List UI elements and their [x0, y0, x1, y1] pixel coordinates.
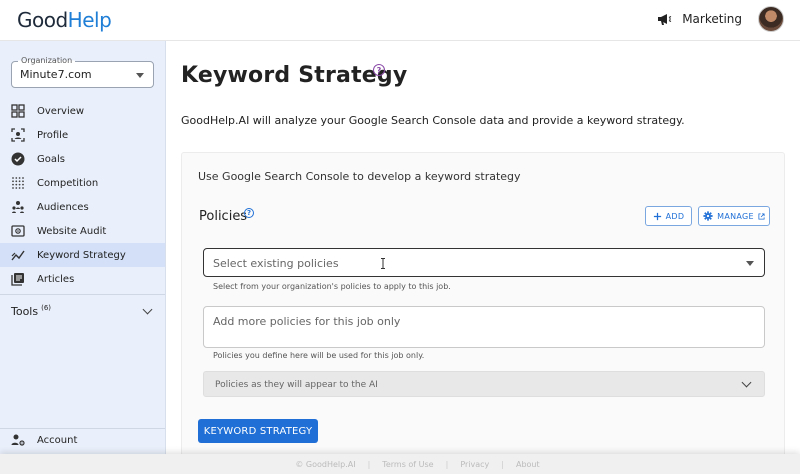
accordion-label: Policies as they will appear to the AI [215, 380, 378, 390]
sidebar-item-label: Keyword Strategy [37, 249, 126, 261]
add-policy-button[interactable]: ADD [645, 206, 692, 226]
sidebar-item-website-audit[interactable]: Website Audit [0, 219, 165, 243]
sidebar-nav: Overview Profile Goals Competition Audie… [0, 99, 165, 291]
grid-icon [11, 104, 25, 118]
job-policies-textarea[interactable]: Add more policies for this job only [203, 306, 765, 348]
articles-icon [11, 272, 25, 286]
sidebar-item-competition[interactable]: Competition [0, 171, 165, 195]
sidebar: Organization Minute7.com Overview Profil… [0, 41, 166, 454]
organization-value: Minute7.com [20, 68, 92, 81]
audience-icon [11, 200, 25, 214]
sidebar-divider [0, 428, 165, 429]
sidebar-item-label: Goals [37, 153, 65, 165]
footer-copyright: © GoodHelp.AI [295, 459, 356, 469]
tools-section-toggle[interactable]: Tools (6) [11, 303, 153, 319]
logo-good-text: Good [17, 8, 68, 32]
textarea-placeholder: Add more policies for this job only [213, 315, 401, 328]
existing-policies-select[interactable]: Select existing policies [203, 248, 765, 277]
logo-help-text: Help [67, 8, 112, 32]
caret-down-icon [746, 261, 754, 266]
sidebar-item-goals[interactable]: Goals [0, 147, 165, 171]
sidebar-item-overview[interactable]: Overview [0, 99, 165, 123]
caret-down-icon [136, 73, 144, 78]
website-audit-icon [11, 224, 25, 238]
sidebar-item-label: Competition [37, 177, 99, 189]
text-cursor-icon [381, 258, 385, 269]
sidebar-item-articles[interactable]: Articles [0, 267, 165, 291]
sidebar-item-label: Overview [37, 105, 85, 117]
organization-select[interactable]: Organization Minute7.com [11, 56, 154, 88]
sidebar-item-profile[interactable]: Profile [0, 123, 165, 147]
footer: © GoodHelp.AI | Terms of Use | Privacy |… [0, 454, 800, 474]
check-circle-icon [11, 152, 25, 166]
policies-help-icon[interactable]: ? [244, 208, 254, 218]
app-header: GoodHelp Marketing [0, 0, 800, 41]
textarea-helper-text: Policies you define here will be used fo… [213, 351, 425, 360]
megaphone-icon[interactable] [656, 11, 672, 27]
external-link-icon [758, 212, 765, 220]
policies-label: Policies [199, 209, 248, 224]
add-button-label: ADD [665, 211, 685, 221]
footer-about-link[interactable]: About [516, 460, 540, 469]
dots-grid-icon [11, 176, 25, 190]
main-content: Keyword Strategy ? GoodHelp.AI will anal… [166, 41, 800, 462]
user-avatar[interactable] [758, 6, 784, 32]
manage-policies-button[interactable]: MANAGE [698, 206, 770, 226]
tools-label: Tools [11, 304, 39, 318]
keyword-strategy-card: Use Google Search Console to develop a k… [181, 152, 785, 462]
footer-separator: | [445, 459, 449, 469]
chevron-down-icon [741, 377, 752, 388]
plus-icon [653, 212, 661, 220]
sidebar-divider [0, 294, 165, 295]
header-right: Marketing [656, 6, 784, 32]
organization-legend: Organization [18, 56, 76, 65]
sidebar-item-label: Articles [37, 273, 75, 285]
sidebar-item-keyword-strategy[interactable]: Keyword Strategy [0, 243, 165, 267]
select-placeholder: Select existing policies [213, 257, 339, 270]
policies-preview-accordion[interactable]: Policies as they will appear to the AI [203, 371, 765, 397]
trend-chart-icon [11, 248, 25, 262]
intro-text: GoodHelp.AI will analyze your Google Sea… [181, 114, 685, 127]
keyword-strategy-button[interactable]: KEYWORD STRATEGY [198, 419, 318, 443]
footer-separator: | [501, 459, 504, 469]
account-label: Account [37, 434, 78, 446]
select-helper-text: Select from your organization's policies… [213, 282, 451, 291]
workspace-label[interactable]: Marketing [682, 12, 742, 26]
sidebar-item-account[interactable]: Account [11, 433, 77, 447]
card-title: Use Google Search Console to develop a k… [198, 170, 521, 183]
tools-count: (6) [41, 304, 52, 312]
goodhelp-logo[interactable]: GoodHelp [17, 8, 112, 32]
chevron-down-icon [142, 304, 153, 315]
sidebar-item-label: Website Audit [37, 225, 107, 237]
footer-privacy-link[interactable]: Privacy [460, 460, 489, 469]
profile-scan-icon [11, 128, 25, 142]
sidebar-item-label: Profile [37, 129, 69, 141]
account-settings-icon [11, 433, 25, 447]
footer-terms-link[interactable]: Terms of Use [382, 460, 433, 469]
footer-separator: | [367, 459, 371, 469]
sidebar-item-label: Audiences [37, 201, 89, 213]
sidebar-item-audiences[interactable]: Audiences [0, 195, 165, 219]
help-question-icon[interactable]: ? [373, 64, 385, 76]
gear-icon [703, 211, 713, 221]
manage-button-label: MANAGE [717, 211, 754, 221]
